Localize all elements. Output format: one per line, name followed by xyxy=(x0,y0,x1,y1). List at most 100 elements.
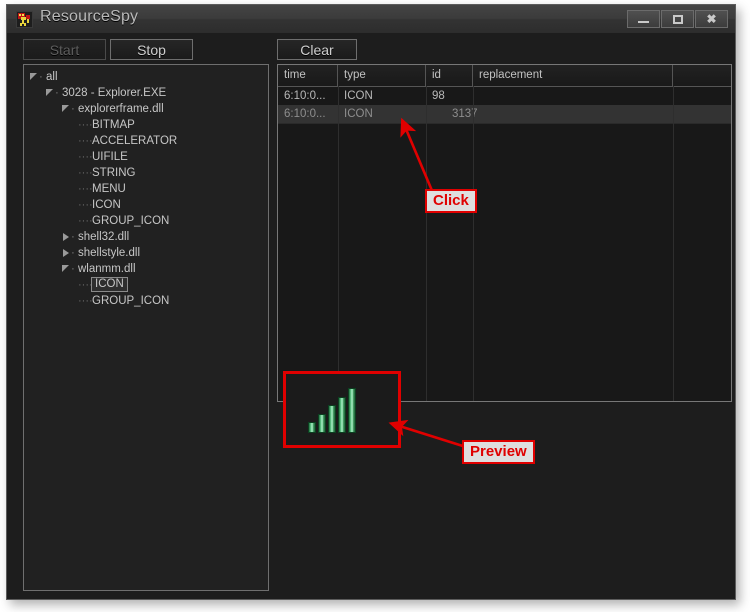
list-column-header-id[interactable]: id xyxy=(426,65,473,86)
resource-tree-panel[interactable]: · all · 3028 - Explorer.EXE · explorerframe.d… xyxy=(23,64,269,591)
tree-connector: ···· xyxy=(78,183,93,195)
expander-open-icon[interactable] xyxy=(30,73,39,82)
list-column-header-spacer xyxy=(673,65,731,86)
clear-button[interactable]: Clear xyxy=(277,39,357,60)
tree-node-icon[interactable]: ····ICON xyxy=(24,197,268,213)
list-column-divider xyxy=(673,86,674,401)
tree-connector: · xyxy=(71,263,75,275)
tree-node-group-icon[interactable]: ····GROUP_ICON xyxy=(24,213,268,229)
tree-node-label: ICON xyxy=(91,277,128,292)
tree-node-label: shellstyle.dll xyxy=(78,247,140,259)
close-icon: ✖ xyxy=(706,12,717,26)
expander-open-icon[interactable] xyxy=(62,105,71,114)
tree-node-bitmap[interactable]: ····BITMAP xyxy=(24,117,268,133)
tree-connector: ···· xyxy=(78,119,93,131)
stop-button[interactable]: Stop xyxy=(110,39,193,60)
tree-node-label: BITMAP xyxy=(92,119,135,131)
list-cell-id: 98 xyxy=(432,90,445,102)
tree-connector: · xyxy=(71,247,75,259)
window-title: ResourceSpy xyxy=(40,8,139,25)
list-cell-replacement xyxy=(473,87,673,105)
signal-bar xyxy=(348,388,356,433)
tree-connector: · xyxy=(71,103,75,115)
spy-figure-icon xyxy=(16,11,33,28)
tree-connector: ···· xyxy=(78,167,93,179)
list-column-divider xyxy=(338,86,339,401)
list-body: 6:10:0... ICON 98 6:10:0... ICON 3137 xyxy=(278,87,731,124)
application-window: ResourceSpy ✖ Start Stop Clear · all · 3028 xyxy=(6,4,736,600)
list-column-header-type[interactable]: type xyxy=(338,65,426,86)
tree-node-icon[interactable]: ····ICON xyxy=(24,277,268,293)
expander-open-icon[interactable] xyxy=(46,89,55,98)
tree-connector: ···· xyxy=(78,215,93,227)
signal-bar xyxy=(318,413,326,433)
expander-closed-icon[interactable] xyxy=(62,249,71,258)
list-cell-replacement xyxy=(473,105,673,123)
tree-connector: ···· xyxy=(78,279,93,291)
resource-tree: · all · 3028 - Explorer.EXE · explorerframe.d… xyxy=(24,65,268,309)
list-cell-type: ICON xyxy=(344,108,373,120)
tree-connector: ···· xyxy=(78,199,93,211)
tree-node-label: wlanmm.dll xyxy=(78,263,136,275)
tree-connector: ···· xyxy=(78,151,93,163)
signal-bar xyxy=(338,396,346,433)
list-row[interactable]: 6:10:0... ICON 98 xyxy=(278,87,731,105)
tree-node-string[interactable]: ····STRING xyxy=(24,165,268,181)
tree-node-3028-explorer-exe[interactable]: · 3028 - Explorer.EXE xyxy=(24,85,268,101)
title-bar[interactable]: ResourceSpy ✖ xyxy=(7,5,735,34)
event-list-panel[interactable]: time type id replacement 6:10:0... ICON 98 6:1… xyxy=(277,64,732,402)
tree-node-menu[interactable]: ····MENU xyxy=(24,181,268,197)
preview-box xyxy=(283,371,401,448)
tree-node-all[interactable]: · all xyxy=(24,69,268,85)
expander-open-icon[interactable] xyxy=(62,265,71,274)
tree-node-label: MENU xyxy=(92,183,126,195)
tree-node-uifile[interactable]: ····UIFILE xyxy=(24,149,268,165)
tree-node-explorerframe-dll[interactable]: · explorerframe.dll xyxy=(24,101,268,117)
list-cell-time: 6:10:0... xyxy=(284,108,326,120)
minimize-icon xyxy=(638,21,649,23)
tree-node-label: ACCELERATOR xyxy=(92,135,178,147)
annotation-click: Click xyxy=(425,189,477,213)
tree-node-wlanmm-dll[interactable]: · wlanmm.dll xyxy=(24,261,268,277)
tree-connector: · xyxy=(39,71,43,83)
close-button[interactable]: ✖ xyxy=(695,10,728,28)
signal-bar xyxy=(328,405,336,433)
list-column-header-replacement[interactable]: replacement xyxy=(473,65,673,86)
list-cell-type: ICON xyxy=(344,90,373,102)
expander-closed-icon[interactable] xyxy=(62,233,71,242)
list-column-divider xyxy=(426,86,427,401)
tree-node-label: STRING xyxy=(92,167,136,179)
signal-bar xyxy=(308,422,316,433)
tree-node-accelerator[interactable]: ····ACCELERATOR xyxy=(24,133,268,149)
signal-strength-bars-icon xyxy=(308,388,358,433)
list-column-divider xyxy=(473,86,474,401)
tree-connector: · xyxy=(55,87,59,99)
list-header-row: time type id replacement xyxy=(278,65,731,87)
list-cell-id: 3137 xyxy=(452,108,478,120)
start-button[interactable]: Start xyxy=(23,39,106,60)
tree-node-label: all xyxy=(46,71,58,83)
maximize-icon xyxy=(672,14,683,24)
tree-connector: ···· xyxy=(78,135,93,147)
window-controls: ✖ xyxy=(626,10,728,28)
tree-connector: · xyxy=(71,231,75,243)
list-row[interactable]: 6:10:0... ICON 3137 xyxy=(278,105,731,123)
tree-node-label: 3028 - Explorer.EXE xyxy=(62,87,167,99)
tree-node-shell32-dll[interactable]: · shell32.dll xyxy=(24,229,268,245)
client-area: Start Stop Clear · all · 3028 - Explorer.EX… xyxy=(7,33,735,599)
tree-node-group-icon[interactable]: ····GROUP_ICON xyxy=(24,293,268,309)
maximize-button[interactable] xyxy=(661,10,694,28)
tree-node-label: explorerframe.dll xyxy=(78,103,164,115)
list-cell-time: 6:10:0... xyxy=(284,90,326,102)
tree-node-label: GROUP_ICON xyxy=(92,295,170,307)
tree-node-label: GROUP_ICON xyxy=(92,215,170,227)
tree-node-label: ICON xyxy=(92,199,121,211)
list-row-divider xyxy=(278,123,731,124)
annotation-preview: Preview xyxy=(462,440,535,464)
minimize-button[interactable] xyxy=(627,10,660,28)
tree-node-shellstyle-dll[interactable]: · shellstyle.dll xyxy=(24,245,268,261)
screenshot-root: ResourceSpy ✖ Start Stop Clear · all · 3028 xyxy=(0,0,750,612)
list-column-header-time[interactable]: time xyxy=(278,65,338,86)
tree-node-label: shell32.dll xyxy=(78,231,130,243)
tree-connector: ···· xyxy=(78,295,93,307)
